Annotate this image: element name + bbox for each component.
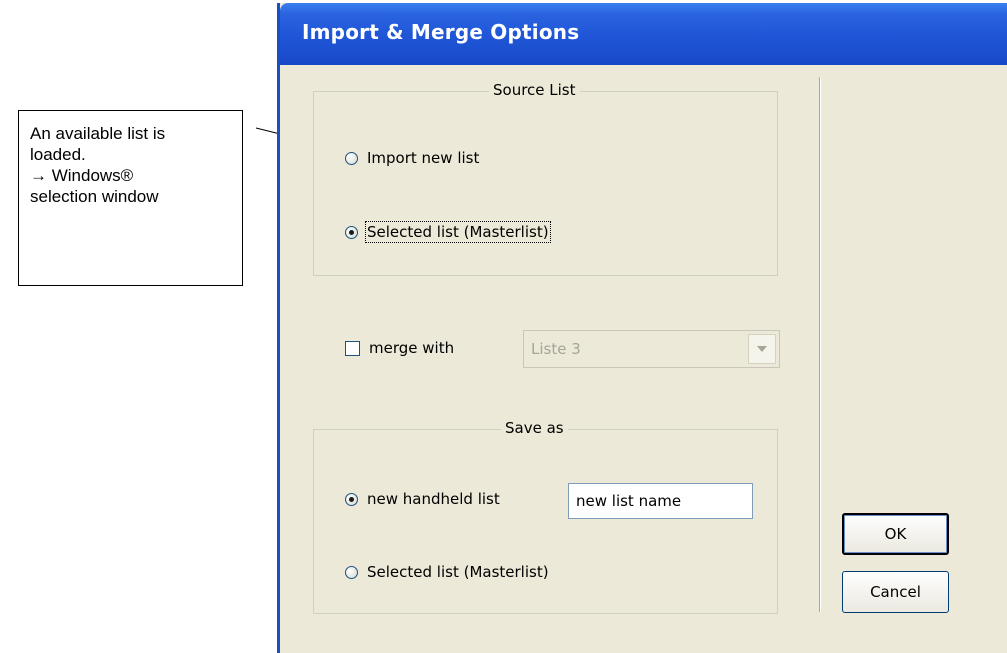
merge-list-select[interactable]: Liste 3: [523, 330, 780, 368]
save-selected-masterlist-label: Selected list (Masterlist): [367, 563, 549, 581]
source-list-group: Source List Import new list Selected lis…: [313, 81, 778, 276]
new-list-name-input[interactable]: new list name: [568, 483, 753, 519]
import-new-list-radio[interactable]: [345, 151, 358, 165]
dialog-title: Import & Merge Options: [302, 20, 580, 44]
save-as-group: Save as new handheld list Selected list …: [313, 419, 778, 614]
source-list-legend: Source List: [489, 81, 580, 99]
merge-with-row[interactable]: merge with: [345, 339, 454, 357]
import-new-list-label: Import new list: [367, 149, 480, 167]
import-merge-dialog: Import & Merge Options Source List Impor…: [277, 3, 1007, 653]
annotation-line-4: selection window: [30, 187, 159, 206]
merge-list-select-value: Liste 3: [531, 340, 581, 358]
ok-button[interactable]: OK: [842, 513, 949, 555]
new-handheld-list-radio[interactable]: [345, 492, 358, 506]
cancel-button[interactable]: Cancel: [842, 571, 949, 613]
annotation-line-1: An available list is: [30, 124, 166, 143]
selected-masterlist-label: Selected list (Masterlist): [365, 221, 551, 243]
title-bar[interactable]: Import & Merge Options: [280, 3, 1007, 65]
save-as-legend: Save as: [501, 419, 568, 437]
new-handheld-list-radio-row[interactable]: new handheld list: [345, 490, 500, 508]
import-new-list-radio-row[interactable]: Import new list: [345, 149, 479, 167]
annotation-callout: An available list is loaded. → Windows® …: [18, 110, 243, 286]
selected-masterlist-radio[interactable]: [345, 225, 358, 239]
save-selected-masterlist-radio-row[interactable]: Selected list (Masterlist): [345, 563, 549, 581]
merge-with-label: merge with: [369, 339, 455, 357]
merge-with-checkbox[interactable]: [345, 340, 360, 356]
dialog-client-area: Source List Import new list Selected lis…: [280, 65, 1007, 653]
dropdown-arrow-icon[interactable]: [748, 334, 776, 364]
vertical-separator: [819, 77, 821, 612]
annotation-line-3: → Windows®: [30, 166, 134, 185]
annotation-line-2: loaded.: [30, 145, 86, 164]
new-handheld-list-label: new handheld list: [367, 490, 500, 508]
save-selected-masterlist-radio[interactable]: [345, 565, 358, 579]
selected-masterlist-radio-row[interactable]: Selected list (Masterlist): [345, 221, 551, 243]
